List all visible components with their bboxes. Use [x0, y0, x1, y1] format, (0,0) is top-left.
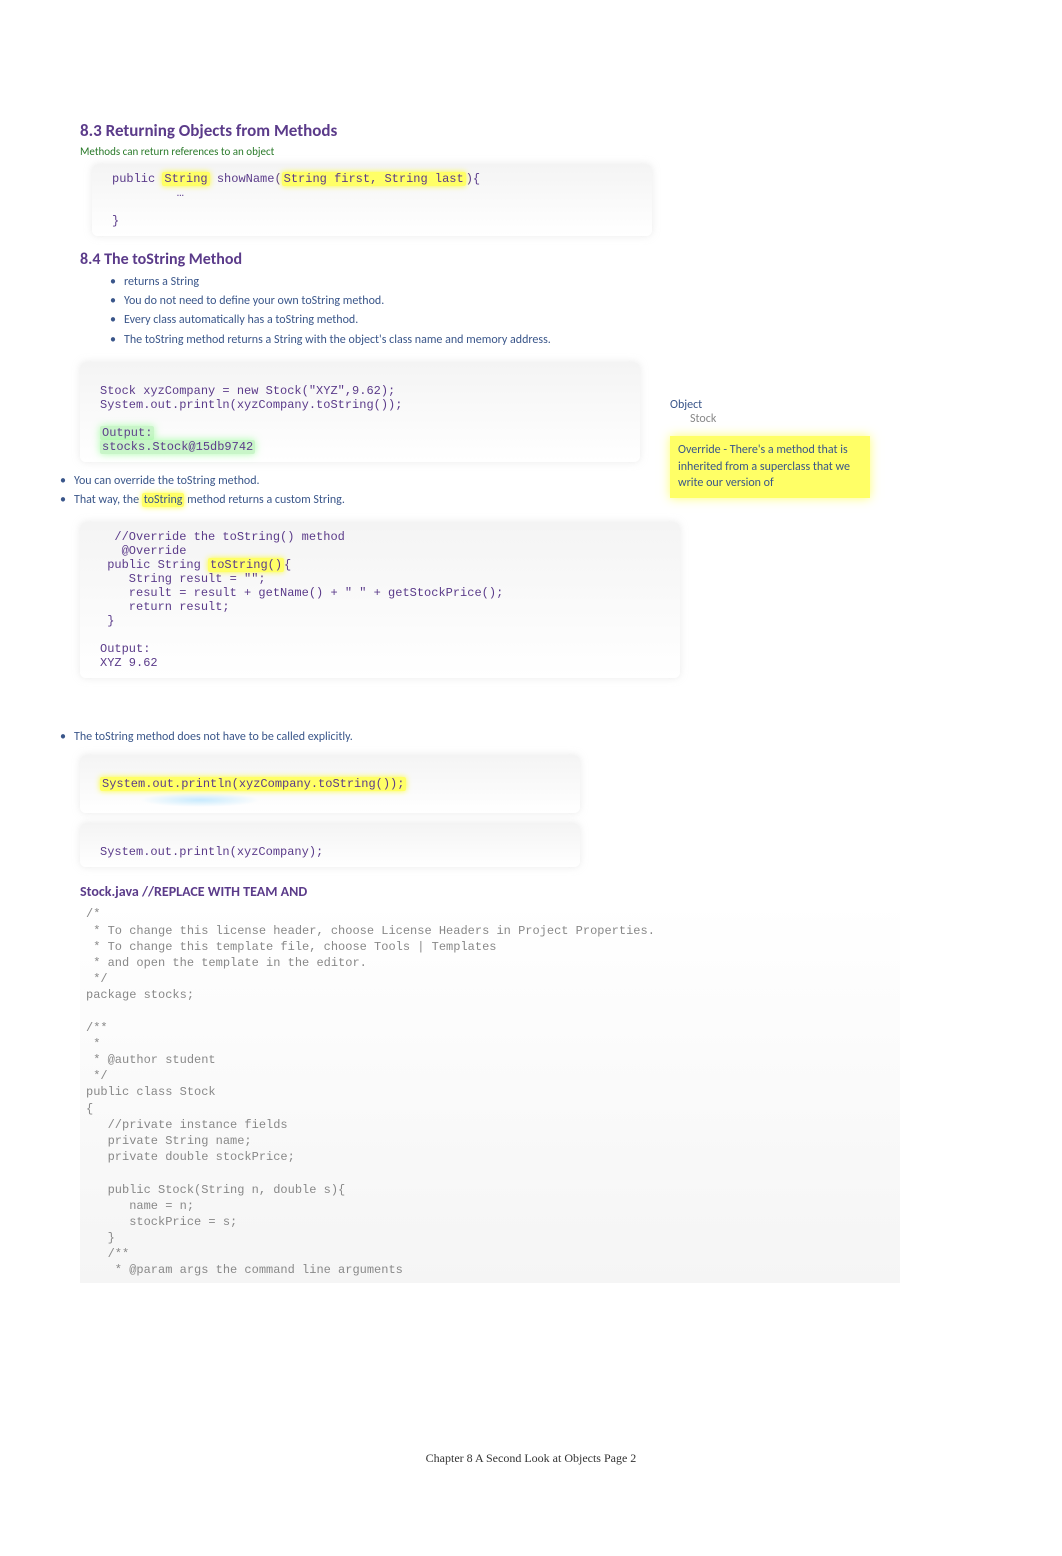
override-note: Override - There's a method that is inhe… [670, 436, 870, 498]
output-value: XYZ 9.62 [100, 656, 158, 670]
heading-8-3: 8.3 Returning Objects from Methods [80, 120, 982, 141]
override-bullets: You can override the toString method. Th… [60, 472, 640, 510]
subtitle-8-3: Methods can return references to an obje… [80, 145, 982, 158]
highlight-tostring-method: toString() [208, 558, 284, 572]
bullet-item: You do not need to define your own toStr… [110, 292, 982, 311]
heading-8-4: 8.4 The toString Method [80, 250, 982, 269]
two-column-layout: Stock xyzCompany = new Stock("XYZ",9.62)… [80, 358, 982, 518]
code-println-tostring: System.out.println(xyzCompany.toString()… [80, 755, 580, 813]
highlight-tostring: toString [142, 493, 185, 507]
code-text: return result; [100, 600, 230, 614]
page-footer: Chapter 8 A Second Look at Objects Page … [0, 1451, 1062, 1466]
object-label: Object [670, 398, 982, 412]
highlight-line: System.out.println(xyzCompany.toString()… [100, 777, 406, 791]
code-text: { [284, 558, 291, 572]
bullet-item: That way, the toString method returns a … [60, 491, 640, 510]
code-text: System.out.println(xyzCompany); [100, 845, 323, 859]
left-column: Stock xyzCompany = new Stock("XYZ",9.62)… [80, 358, 640, 518]
stock-label: Stock [690, 412, 982, 426]
code-text: ){ [466, 172, 480, 186]
code-text: public String [100, 558, 208, 572]
code-text: String result = ""; [100, 572, 266, 586]
code-text: Stock xyzCompany = new Stock("XYZ",9.62)… [100, 384, 395, 398]
output-label: Output: [100, 642, 150, 656]
output-label: Output: [100, 426, 154, 440]
code-stock-new: Stock xyzCompany = new Stock("XYZ",9.62)… [80, 362, 640, 462]
explicit-bullet-list: The toString method does not have to be … [60, 728, 982, 747]
bullet-item: The toString method does not have to be … [60, 728, 982, 747]
code-override-tostring: //Override the toString() method @Overri… [80, 522, 680, 678]
code-showname: public String showName(String first, Str… [92, 164, 652, 236]
highlight-params: String first, String last [282, 172, 466, 186]
code-text: showName( [210, 172, 282, 186]
code-text: public [112, 172, 162, 186]
right-column: Object Stock Override - There's a method… [670, 358, 982, 498]
code-text: result = result + getName() + " " + getS… [100, 586, 503, 600]
highlight-string: String [162, 172, 209, 186]
code-text: } [112, 214, 119, 228]
bullet-item: The toString method returns a String wit… [110, 331, 982, 350]
bullet-item: Every class automatically has a toString… [110, 311, 982, 330]
stock-java-code: /* * To change this license header, choo… [80, 902, 900, 1282]
bullet-item: You can override the toString method. [60, 472, 640, 491]
page-content: 8.3 Returning Objects from Methods Metho… [0, 0, 1062, 1323]
code-text: } [100, 614, 114, 628]
code-text: //Override the toString() method [100, 530, 345, 544]
code-text: … [112, 186, 184, 200]
code-text: @Override [100, 544, 186, 558]
output-value: stocks.Stock@15db9742 [100, 440, 255, 454]
code-text: System.out.println(xyzCompany.toString()… [100, 398, 402, 412]
stock-java-title: Stock.java //REPLACE WITH TEAM AND [80, 883, 982, 900]
bullet-list-8-4: returns a String You do not need to defi… [110, 273, 982, 350]
code-println-direct: System.out.println(xyzCompany); [80, 823, 580, 867]
scribble-mark [100, 791, 244, 805]
bullet-item: returns a String [110, 273, 982, 292]
